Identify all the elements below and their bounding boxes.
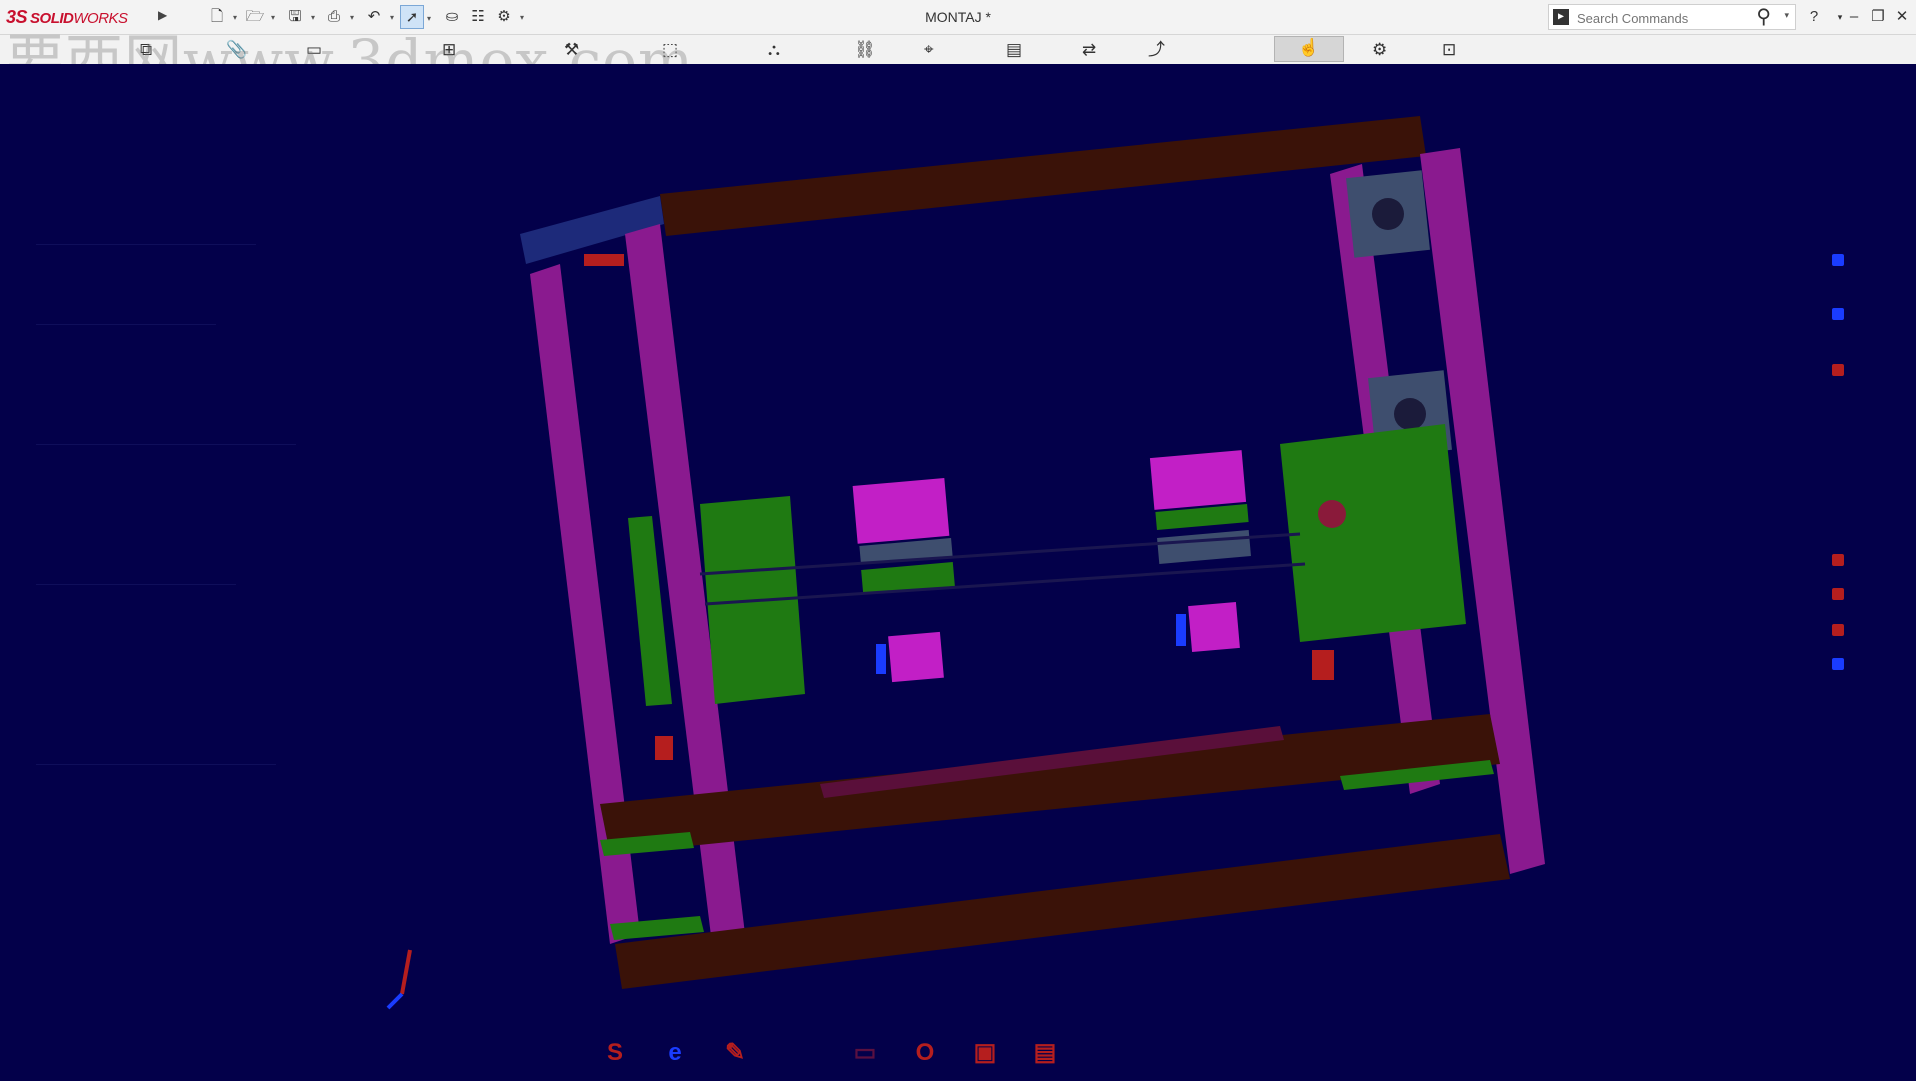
new-document-icon[interactable]: 🗋 ▾ <box>205 5 237 29</box>
triad-axis-z-icon <box>386 992 404 1010</box>
move-component-icon[interactable]: ⬚ <box>662 39 678 61</box>
new-motion-study-icon[interactable]: ▤ <box>1006 39 1022 61</box>
select-arrow-icon[interactable]: ➚ ▾ <box>400 5 431 29</box>
bottom-rail-front <box>615 834 1510 989</box>
search-commands-box: ▶ ⚲ ▾ <box>1548 4 1796 30</box>
help-button[interactable]: ? <box>1802 5 1826 29</box>
restore-button[interactable]: ❐ <box>1866 5 1890 29</box>
tree-line <box>36 764 276 765</box>
top-rail-back <box>660 116 1426 236</box>
take-snapshot-icon[interactable]: ⊡ <box>1442 39 1456 61</box>
triad-axis-y-icon <box>400 949 412 995</box>
tree-line <box>36 444 296 445</box>
insert-components-icon[interactable]: ⧉ <box>140 39 152 61</box>
motor-shaft-top <box>1372 198 1404 230</box>
logo-text-solid: SOLID <box>30 10 74 27</box>
instant3d-icon[interactable]: ☝ <box>1274 36 1344 62</box>
folder-taskbar-icon[interactable]: ▭ <box>850 1038 880 1068</box>
magnifier-icon[interactable]: ⚲ <box>1756 5 1771 29</box>
logo-text-works: WORKS <box>73 10 128 27</box>
tree-line <box>36 584 236 585</box>
print-icon[interactable]: ⎙ ▾ <box>322 5 354 29</box>
graphics-viewport[interactable] <box>0 64 1916 1076</box>
app-taskbar-icon[interactable]: ✎ <box>720 1038 750 1068</box>
update-speedpak-icon[interactable]: ⚙ <box>1372 39 1387 61</box>
left-extruder <box>888 631 944 683</box>
media-taskbar-icon[interactable]: ▣ <box>970 1038 1000 1068</box>
minimize-button[interactable]: – <box>1842 5 1866 29</box>
opera-taskbar-icon[interactable]: O <box>910 1038 940 1068</box>
motor-shaft-mid <box>1394 398 1426 430</box>
red-accent-left-top <box>584 254 624 266</box>
component-preview-icon[interactable]: ▭ <box>306 39 322 61</box>
left-carriage-top <box>852 478 950 544</box>
solidworks-logo[interactable]: 3S SOLIDWORKS <box>6 6 128 28</box>
menu-expand-arrow-icon[interactable]: ▶ <box>158 8 167 22</box>
left-extruder-marker <box>876 644 886 674</box>
ds-mark: 3S <box>6 7 28 27</box>
task-pane-appearances-icon[interactable] <box>1832 588 1844 600</box>
task-pane-custom-props-icon[interactable] <box>1832 624 1844 636</box>
search-dropdown-arrow-icon[interactable]: ▾ <box>1784 10 1789 21</box>
tree-line <box>36 324 216 325</box>
task-pane-view-palette-icon[interactable] <box>1832 554 1844 566</box>
task-pane-library-icon[interactable] <box>1832 308 1844 320</box>
save-icon[interactable]: 🖫 ▾ <box>283 5 315 29</box>
smart-fasteners-icon[interactable]: ⚒ <box>564 39 579 61</box>
title-bar: 3S SOLIDWORKS ▶ 🗋 ▾ 🗁 ▾ 🖫 ▾ ⎙ ▾ ↶ ▾ ➚ ▾ ⛀ ☷ ⚙ ▾ … <box>0 0 1916 35</box>
search-commands-input[interactable] <box>1575 7 1751 29</box>
feature-manager-tree-shadow <box>36 204 356 1054</box>
file-properties-icon[interactable]: ☷ <box>466 5 490 29</box>
right-plate-pulley <box>1318 500 1346 528</box>
record-taskbar-icon[interactable]: ▤ <box>1030 1038 1060 1068</box>
assembly-features-icon[interactable]: ⛓ <box>854 39 876 61</box>
rebuild-icon[interactable]: ⛀ <box>440 5 464 29</box>
linear-pattern-icon[interactable]: ⊞ <box>442 39 456 61</box>
tree-line <box>36 244 256 245</box>
close-button[interactable]: ✕ <box>1890 5 1914 29</box>
task-pane-forum-icon[interactable] <box>1832 658 1844 670</box>
undo-icon[interactable]: ↶ ▾ <box>362 5 394 29</box>
task-pane-resources-icon[interactable] <box>1832 254 1844 266</box>
solidworks-taskbar-icon[interactable]: S <box>600 1038 630 1068</box>
reference-geometry-icon[interactable]: ⌖ <box>924 39 934 61</box>
show-hidden-icon[interactable]: ⛬ <box>768 39 780 61</box>
red-accent-left-bottom <box>655 736 673 760</box>
right-extruder <box>1188 601 1240 653</box>
right-plate <box>1280 424 1466 642</box>
browser-taskbar-icon[interactable]: e <box>660 1038 690 1068</box>
gear-icon[interactable]: ⚙ ▾ <box>492 5 524 29</box>
mate-icon[interactable]: 📎 <box>226 39 247 61</box>
right-carriage-plate <box>1157 530 1251 564</box>
red-accent-right <box>1312 650 1334 680</box>
right-extruder-marker <box>1176 614 1186 646</box>
bill-of-materials-icon[interactable]: ⇄ <box>1082 39 1096 61</box>
task-pane-tabs <box>1832 244 1858 1024</box>
task-pane-explorer-icon[interactable] <box>1832 364 1844 376</box>
exploded-view-icon[interactable]: ⤴ <box>1148 39 1165 61</box>
open-folder-icon[interactable]: 🗁 ▾ <box>243 5 275 29</box>
command-manager-ribbon: ⧉ 📎 ▭ ⊞ ⚒ ⬚ ⛬ ⛓ ⌖ ▤ ⇄ ⤴ ☝ ⚙ ⊡ <box>0 35 1916 65</box>
command-prompt-icon[interactable]: ▶ <box>1553 9 1569 25</box>
taskbar: S e ✎ ▭ O ▣ ▤ <box>600 1038 1080 1072</box>
right-carriage-top <box>1149 450 1247 510</box>
